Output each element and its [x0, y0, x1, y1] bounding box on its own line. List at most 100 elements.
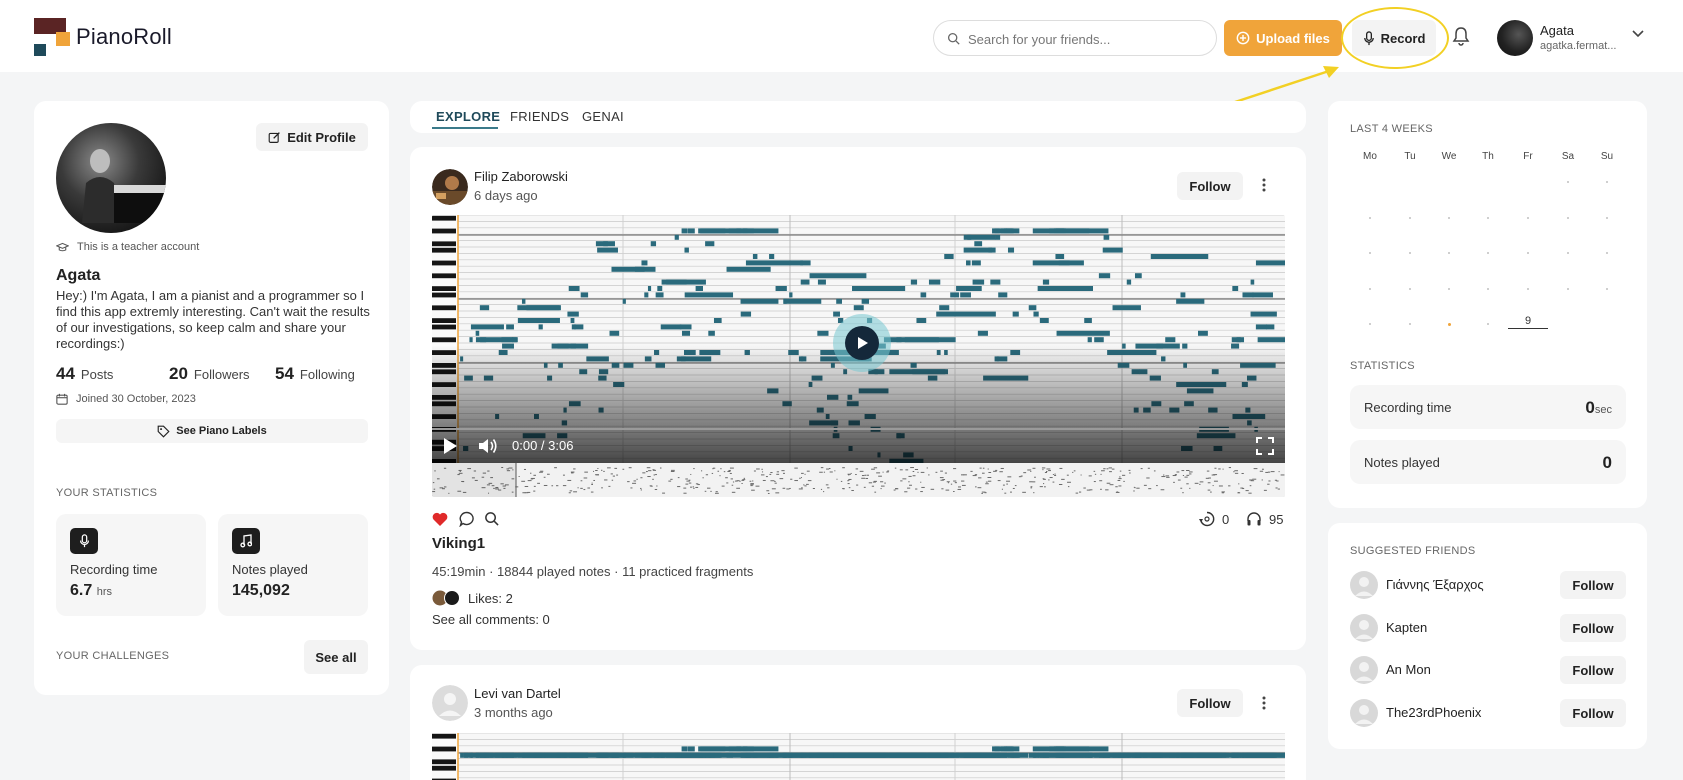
piano-roll-video[interactable]	[432, 733, 1285, 780]
repost-icon[interactable]	[1199, 511, 1215, 527]
tab-explore[interactable]: EXPLORE	[436, 109, 500, 124]
edit-profile-label: Edit Profile	[287, 129, 356, 145]
last-4-weeks-heading: LAST 4 WEEKS	[1350, 123, 1433, 135]
friend-avatar[interactable]	[1350, 656, 1378, 684]
calendar-day[interactable]	[1487, 288, 1489, 290]
calendar-day[interactable]	[1527, 288, 1529, 290]
edit-profile-button[interactable]: Edit Profile	[256, 123, 368, 151]
search-box[interactable]	[933, 20, 1217, 56]
more-options-icon[interactable]	[1262, 696, 1266, 710]
search-icon[interactable]	[484, 511, 499, 526]
calendar-day[interactable]	[1448, 252, 1450, 254]
calendar-day[interactable]	[1606, 288, 1608, 290]
friend-row: Kapten Follow	[1350, 612, 1626, 644]
more-options-icon[interactable]	[1262, 178, 1266, 192]
calendar-grid: Mo Tu We Th Fr Sa Su 9	[1350, 151, 1626, 331]
follow-button[interactable]: Follow	[1177, 172, 1243, 200]
calendar-day[interactable]	[1487, 252, 1489, 254]
recording-time-number: 0	[1585, 398, 1595, 417]
calendar-day[interactable]	[1527, 217, 1529, 219]
heart-icon[interactable]	[432, 512, 448, 527]
calendar-day[interactable]	[1527, 252, 1529, 254]
active-tab-indicator	[432, 127, 498, 129]
weekday-label: Mo	[1363, 151, 1377, 162]
friend-row: An Mon Follow	[1350, 654, 1626, 686]
calendar-day[interactable]	[1606, 217, 1608, 219]
record-button[interactable]: Record	[1352, 20, 1436, 56]
friend-avatar[interactable]	[1350, 571, 1378, 599]
play-icon[interactable]	[442, 437, 458, 455]
fullscreen-icon[interactable]	[1256, 437, 1274, 455]
author-avatar[interactable]	[432, 169, 468, 205]
profile-name: Agata	[56, 267, 101, 284]
friend-avatar[interactable]	[1350, 614, 1378, 642]
calendar-day[interactable]	[1487, 217, 1489, 219]
comment-icon[interactable]	[459, 511, 475, 527]
search-input[interactable]	[968, 29, 1208, 49]
post-title[interactable]: Viking1	[432, 535, 485, 552]
posts-count-group[interactable]: 44 Posts	[56, 364, 113, 384]
likes-row[interactable]: Likes: 2	[432, 590, 513, 606]
followers-count: 20	[169, 364, 188, 383]
see-all-challenges-button[interactable]: See all	[304, 640, 368, 674]
calendar-day[interactable]	[1567, 181, 1569, 183]
record-label: Record	[1380, 30, 1426, 46]
calendar-day[interactable]	[1369, 288, 1371, 290]
calendar-day[interactable]	[1409, 252, 1411, 254]
bell-icon[interactable]	[1452, 26, 1470, 46]
chevron-down-icon[interactable]	[1632, 30, 1644, 38]
friend-name[interactable]: Kapten	[1386, 620, 1427, 635]
profile-avatar[interactable]	[56, 123, 166, 233]
calendar-day[interactable]	[1606, 252, 1608, 254]
follow-button[interactable]: Follow	[1560, 614, 1626, 642]
friend-name[interactable]: Γιάννης Έξαρχος	[1386, 577, 1484, 592]
recording-time-label: Recording time	[70, 562, 158, 577]
feed-tabs: EXPLORE FRIENDS GENAI	[410, 101, 1306, 133]
tab-friends[interactable]: FRIENDS	[510, 109, 569, 124]
calendar-day[interactable]	[1567, 252, 1569, 254]
pianoroll-logo-icon[interactable]	[34, 18, 74, 58]
friend-name[interactable]: The23rdPhoenix	[1386, 705, 1481, 720]
follow-button[interactable]: Follow	[1177, 689, 1243, 717]
author-avatar[interactable]	[432, 685, 468, 721]
post-author[interactable]: Levi van Dartel	[474, 686, 561, 701]
calendar-day[interactable]	[1369, 323, 1371, 325]
see-all-comments-link[interactable]: See all comments: 0	[432, 612, 550, 627]
play-overlay-button[interactable]	[833, 314, 891, 372]
tab-genai[interactable]: GENAI	[582, 109, 624, 124]
calendar-day[interactable]	[1409, 217, 1411, 219]
friend-avatar[interactable]	[1350, 699, 1378, 727]
calendar-day[interactable]	[1448, 288, 1450, 290]
calendar-day[interactable]	[1487, 323, 1489, 325]
calendar-day[interactable]	[1409, 323, 1411, 325]
follow-button[interactable]: Follow	[1560, 571, 1626, 599]
calendar-day[interactable]	[1448, 217, 1450, 219]
calendar-day[interactable]	[1567, 288, 1569, 290]
see-piano-labels-button[interactable]: See Piano Labels	[56, 419, 368, 443]
post-actions: 0 95	[432, 510, 1285, 530]
calendar-day[interactable]	[1448, 323, 1451, 326]
volume-icon[interactable]	[478, 437, 498, 455]
brand-name[interactable]: PianoRoll	[76, 24, 172, 50]
user-name[interactable]: Agata	[1540, 23, 1574, 38]
followers-count-group[interactable]: 20 Followers	[169, 364, 250, 384]
calendar-day[interactable]	[1369, 252, 1371, 254]
weekday-label: Fr	[1523, 151, 1533, 162]
follow-button[interactable]: Follow	[1560, 656, 1626, 684]
video-time: 0:00 / 3:06	[512, 438, 574, 453]
calendar-day[interactable]	[1369, 217, 1371, 219]
recording-time-value: 0sec	[1585, 398, 1612, 418]
notes-played-value: 145,092	[232, 582, 290, 599]
upload-files-button[interactable]: Upload files	[1224, 20, 1342, 56]
friend-name[interactable]: An Mon	[1386, 662, 1431, 677]
user-avatar[interactable]	[1497, 20, 1533, 56]
follow-button[interactable]: Follow	[1560, 699, 1626, 727]
your-statistics-heading: YOUR STATISTICS	[56, 487, 158, 499]
calendar-day[interactable]	[1606, 181, 1608, 183]
calendar-day[interactable]	[1409, 288, 1411, 290]
following-count-group[interactable]: 54 Following	[275, 364, 355, 384]
calendar-today[interactable]: 9	[1508, 315, 1548, 329]
piano-roll-video[interactable]: 0:00 / 3:06	[432, 215, 1285, 497]
post-author[interactable]: Filip Zaborowski	[474, 169, 568, 184]
calendar-day[interactable]	[1567, 217, 1569, 219]
